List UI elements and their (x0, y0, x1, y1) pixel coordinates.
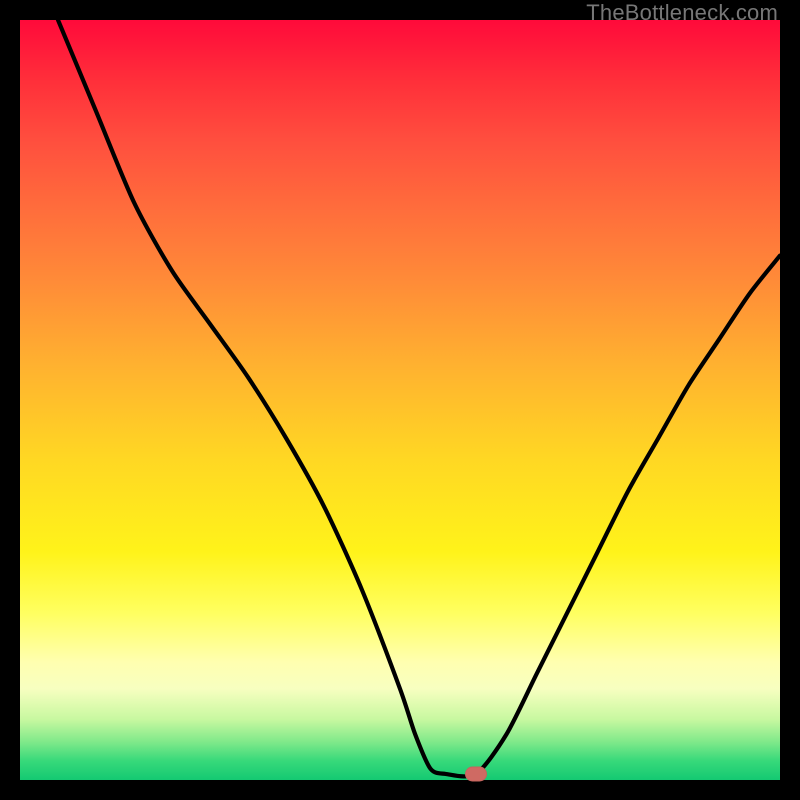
curve-svg (20, 20, 780, 780)
bottleneck-curve (58, 20, 780, 776)
watermark-text: TheBottleneck.com (586, 0, 778, 26)
chart-frame: TheBottleneck.com (0, 0, 800, 800)
plot-area (20, 20, 780, 780)
optimal-point-marker (465, 766, 487, 781)
